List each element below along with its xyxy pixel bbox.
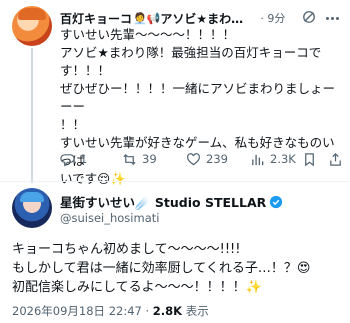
like-count: 239 (206, 152, 228, 166)
reply-author-badge: 🧑‍💼📢 (133, 11, 161, 25)
main-line: もしかして君は一緒に効率厨してくれる子…！？😍 (12, 261, 311, 276)
views-chart-icon (252, 154, 264, 165)
main-author-avatar[interactable] (12, 188, 52, 228)
reply-line: ！！ (60, 117, 86, 132)
share-icon (330, 152, 341, 166)
main-line: キョーコちゃん初めまして～～～～!!!! (12, 242, 241, 257)
share-button[interactable] (328, 150, 343, 168)
bookmark-button[interactable] (302, 150, 317, 168)
main-author-handle[interactable]: @suisei_hosimati (60, 211, 159, 225)
reply-line: ぜひぜひー！！！！一緒にアソビまわりましょーーー (60, 81, 336, 114)
thread-line (31, 48, 33, 183)
reply-author-name-cont[interactable]: アソビ★まわ… (160, 10, 256, 27)
reply-actions: 1 39 239 2.3K (60, 150, 345, 168)
reply-tweet[interactable]: 百灯キョーコ 🧑‍💼📢 アソビ★まわ… · 9分 すいせい先輩～～～～！！！！ … (0, 0, 350, 186)
main-author[interactable]: 星街すいせい☄️ Studio STELLAR (60, 192, 283, 211)
main-timestamp[interactable]: 2026年09月18日 22:47 · (12, 304, 153, 318)
view-count: 2.3K (270, 152, 296, 166)
verified-badge-icon (270, 195, 283, 208)
reply-header: 百灯キョーコ 🧑‍💼📢 アソビ★まわ… · 9分 (60, 9, 342, 27)
heart-icon (187, 152, 200, 165)
reply-author-name[interactable]: 百灯キョーコ (60, 10, 132, 27)
grok-icon[interactable] (302, 10, 316, 24)
like-button[interactable]: 239 (186, 150, 228, 168)
main-tweet: 星街すいせい☄️ Studio STELLAR @suisei_hosimati… (0, 184, 350, 323)
reply-line: アソビ★まわり隊！最強担当の百灯キョーコです！！！ (60, 45, 322, 78)
main-text: キョーコちゃん初めまして～～～～!!!! もしかして君は一緒に効率厨してくれる子… (12, 240, 342, 297)
main-author-name[interactable]: 星街すいせい☄️ Studio STELLAR (60, 192, 266, 211)
main-views: 2.8K (152, 304, 183, 318)
reply-icon (60, 153, 75, 167)
more-options-icon[interactable] (326, 11, 342, 25)
reply-line: すいせい先輩～～～～！！！！ (60, 27, 236, 42)
bookmark-icon (305, 152, 314, 166)
repost-count: 39 (142, 152, 157, 166)
reply-count: 1 (80, 152, 88, 166)
reply-button[interactable]: 1 (60, 150, 87, 168)
repost-icon (123, 153, 136, 165)
main-meta: 2026年09月18日 22:47 · 2.8K 表示 (12, 303, 209, 319)
main-views-label: 表示 (182, 304, 209, 318)
main-line: 初配信楽しみにしてるよ～～～！！！！✨ (12, 280, 262, 295)
views-button[interactable]: 2.3K (250, 150, 296, 168)
reply-time[interactable]: · 9分 (260, 10, 285, 26)
repost-button[interactable]: 39 (122, 150, 157, 168)
divider (0, 181, 350, 182)
reply-author-avatar[interactable] (12, 6, 52, 46)
